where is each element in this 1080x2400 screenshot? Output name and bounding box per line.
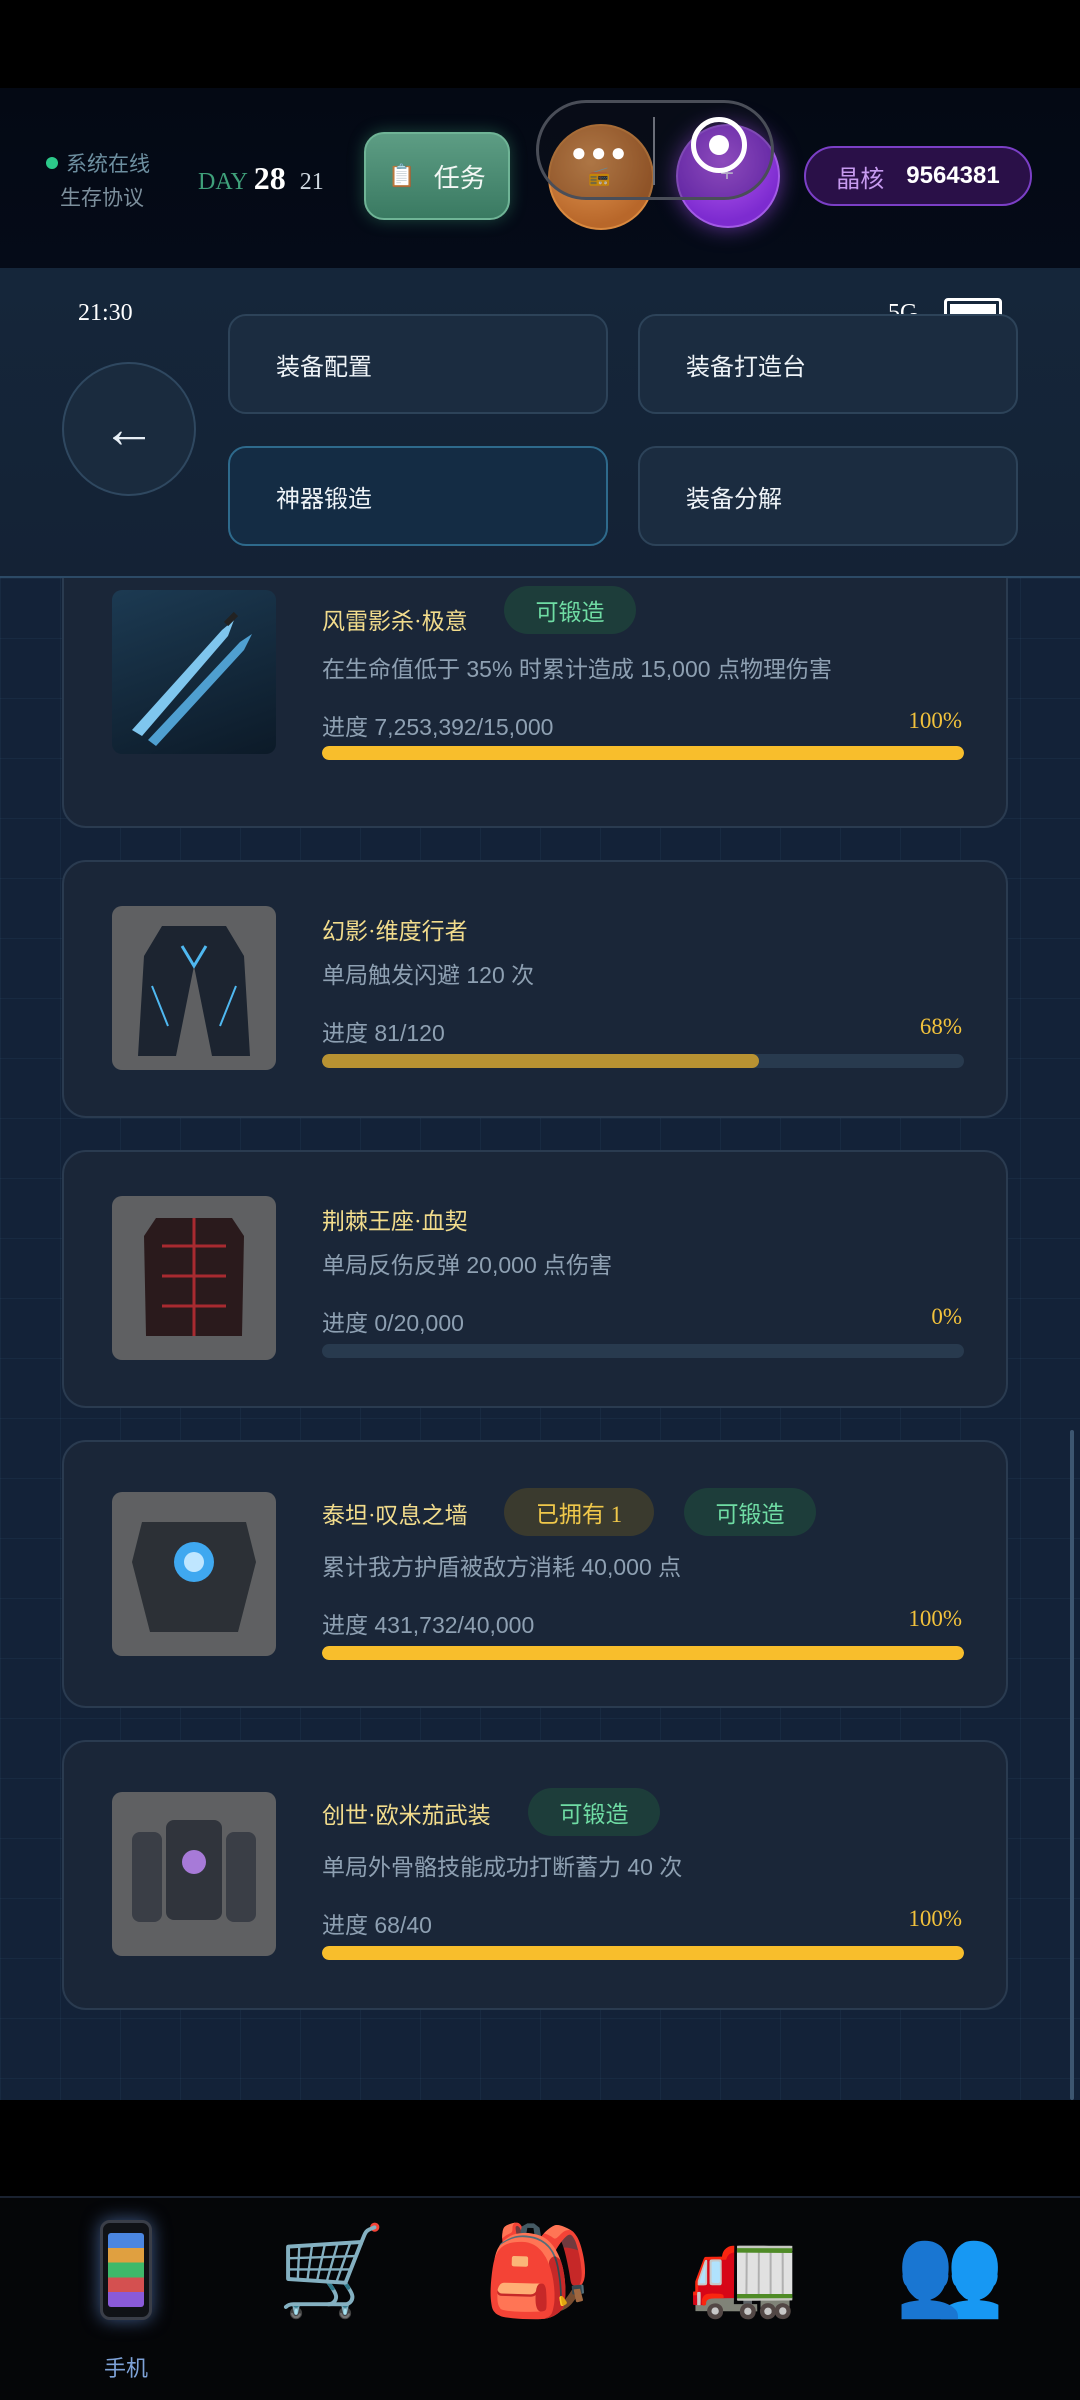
bottom-tab-bar: 手机 🛒 🎒 🚛 👥 — [0, 2196, 1080, 2400]
progress-percent: 100% — [908, 1906, 962, 1931]
progress-fill — [322, 746, 964, 760]
list-scrollbar[interactable] — [1070, 1430, 1074, 2100]
artifact-card[interactable]: 荆棘王座·血契 单局反伤反弹 20,000 点伤害 进度 0/20,000 0% — [62, 1150, 1008, 1408]
artifact-card[interactable]: 幻影·维度行者 单局触发闪避 120 次 进度 81/120 68% — [62, 860, 1008, 1118]
online-dot-icon — [46, 157, 58, 169]
progress-text: 进度 68/40 — [322, 1912, 432, 1938]
capsule-divider — [653, 117, 655, 185]
protocol-text: 生存协议 — [60, 187, 144, 210]
tab-shop[interactable]: 🛒 — [262, 2216, 402, 2386]
progress-text: 进度 431,732/40,000 — [322, 1612, 535, 1638]
item-title: 幻影·维度行者 — [322, 919, 468, 944]
progress-bar — [322, 746, 964, 760]
item-description: 在生命值低于 35% 时累计造成 15,000 点物理伤害 — [322, 656, 832, 682]
titan-armor-icon — [112, 1492, 276, 1656]
progress-bar — [322, 1054, 964, 1068]
crystal-value: 9564381 — [906, 162, 1000, 189]
back-button[interactable]: ← — [62, 362, 196, 496]
status-time: 21:30 — [78, 300, 133, 326]
equip-config-label: 装备配置 — [276, 354, 372, 381]
online-status-text: 系统在线 — [66, 153, 150, 176]
tab-social[interactable]: 👥 — [880, 2216, 1020, 2386]
phone-icon — [56, 2216, 196, 2345]
tab-backpack[interactable]: 🎒 — [468, 2216, 608, 2386]
artifact-list[interactable]: 风雷影杀·极意 可锻造 在生命值低于 35% 时累计造成 15,000 点物理伤… — [0, 578, 1080, 2100]
bottom-spacer — [0, 2100, 1080, 2196]
owned-badge: 已拥有 1 — [504, 1488, 654, 1536]
day-sub: 21 — [299, 169, 324, 195]
tech-coat-icon — [112, 906, 276, 1070]
tab-phone[interactable]: 手机 — [56, 2216, 196, 2386]
system-status: 系统在线 生存协议 — [46, 148, 150, 212]
tab-transport[interactable]: 🚛 — [674, 2216, 814, 2386]
item-description: 单局触发闪避 120 次 — [322, 962, 535, 988]
artifact-card[interactable]: 泰坦·叹息之墙 已拥有 1 可锻造 累计我方护盾被敌方消耗 40,000 点 进… — [62, 1440, 1008, 1708]
floating-capsule: ●●● — [536, 100, 774, 200]
item-description: 累计我方护盾被敌方消耗 40,000 点 — [322, 1554, 682, 1580]
more-dots-icon[interactable]: ●●● — [571, 137, 630, 168]
people-icon: 👥 — [895, 2221, 1005, 2320]
equip-craft-label: 装备打造台 — [686, 354, 806, 381]
progress-bar — [322, 1946, 964, 1960]
spiked-vest-icon — [112, 1196, 276, 1360]
artifact-card[interactable]: 创世·欧米茄武装 可锻造 单局外骨骼技能成功打断蓄力 40 次 进度 68/40… — [62, 1740, 1008, 2010]
progress-text: 进度 7,253,392/15,000 — [322, 714, 554, 740]
equip-salvage-button[interactable]: 装备分解 — [638, 446, 1018, 546]
top-status-area — [0, 0, 1080, 88]
progress-percent: 0% — [931, 1304, 962, 1329]
cart-icon: 🛒 — [277, 2221, 387, 2320]
artifact-forge-label: 神器锻造 — [276, 486, 372, 513]
day-label: DAY — [198, 169, 248, 195]
progress-percent: 100% — [908, 1606, 962, 1631]
item-title: 泰坦·叹息之墙 — [322, 1503, 468, 1528]
equip-salvage-label: 装备分解 — [686, 486, 782, 513]
item-title: 创世·欧米茄武装 — [322, 1803, 491, 1828]
twin-blades-icon — [112, 590, 276, 754]
progress-percent: 100% — [908, 708, 962, 733]
forgeable-badge: 可锻造 — [528, 1788, 660, 1836]
exoskeleton-icon — [112, 1792, 276, 1956]
equip-config-button[interactable]: 装备配置 — [228, 314, 608, 414]
crystal-counter[interactable]: 晶核 9564381 — [804, 146, 1032, 206]
day-counter: DAY 28 21 — [198, 160, 324, 197]
forgeable-badge: 可锻造 — [684, 1488, 816, 1536]
truck-icon: 🚛 — [689, 2221, 799, 2320]
progress-text: 进度 81/120 — [322, 1020, 445, 1046]
progress-text: 进度 0/20,000 — [322, 1310, 464, 1336]
item-description: 单局外骨骼技能成功打断蓄力 40 次 — [322, 1854, 683, 1880]
task-button-label: 任务 — [433, 162, 486, 193]
day-number: 28 — [253, 160, 286, 196]
item-title: 风雷影杀·极意 — [322, 609, 468, 634]
artifact-card[interactable]: 风雷影杀·极意 可锻造 在生命值低于 35% 时累计造成 15,000 点物理伤… — [62, 578, 1008, 828]
item-title: 荆棘王座·血契 — [322, 1209, 468, 1234]
clipboard-icon: 📋 — [388, 163, 416, 188]
progress-fill — [322, 1946, 964, 1960]
progress-bar — [322, 1344, 964, 1358]
progress-percent: 68% — [919, 1014, 962, 1039]
artifact-forge-button[interactable]: 神器锻造 — [228, 446, 608, 546]
tab-phone-label: 手机 — [103, 2356, 148, 2381]
progress-fill — [322, 1646, 964, 1660]
progress-bar — [322, 1646, 964, 1660]
backpack-icon: 🎒 — [483, 2221, 593, 2320]
back-arrow-icon: ← — [102, 399, 156, 459]
forgeable-badge: 可锻造 — [504, 586, 636, 634]
game-hud: 系统在线 生存协议 DAY 28 21 📋 任务 📻 + ●●● 晶核 956438… — [0, 88, 1080, 268]
phone-header: 21:30 5G ← 装备配置 装备打造台 神器锻造 装备分解 — [0, 268, 1080, 578]
task-button[interactable]: 📋 任务 — [364, 132, 510, 220]
progress-fill — [322, 1054, 759, 1068]
item-description: 单局反伤反弹 20,000 点伤害 — [322, 1252, 613, 1278]
equip-craft-button[interactable]: 装备打造台 — [638, 314, 1018, 414]
close-target-icon[interactable] — [691, 117, 747, 173]
crystal-label: 晶核 — [836, 165, 885, 193]
